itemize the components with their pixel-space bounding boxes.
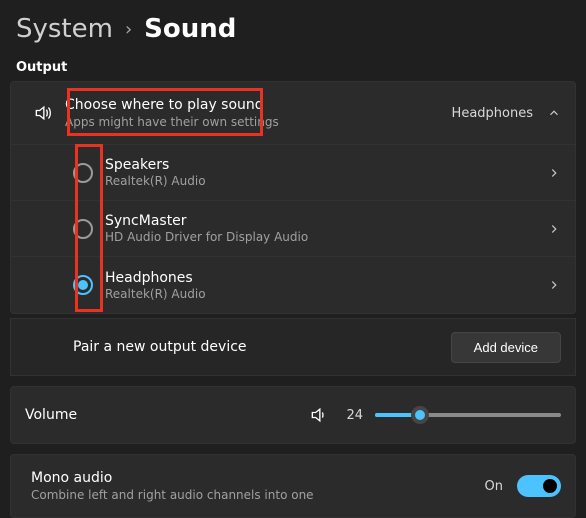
radio-button[interactable] <box>73 219 93 239</box>
device-driver: Realtek(R) Audio <box>105 287 547 301</box>
chevron-right-icon[interactable] <box>547 222 561 236</box>
mono-audio-row[interactable]: Mono audio Combine left and right audio … <box>11 455 575 517</box>
device-name: Speakers <box>105 157 547 173</box>
choose-output-row[interactable]: Choose where to play sound Apps might ha… <box>11 82 575 144</box>
output-device-list: Speakers Realtek(R) Audio SyncMaster HD … <box>11 144 575 313</box>
volume-row: Volume 24 <box>11 387 575 443</box>
device-driver: HD Audio Driver for Display Audio <box>105 230 547 244</box>
volume-value: 24 <box>337 408 363 423</box>
output-device-item[interactable]: Speakers Realtek(R) Audio <box>11 145 575 201</box>
volume-icon[interactable] <box>301 405 337 425</box>
chevron-right-icon[interactable] <box>547 166 561 180</box>
device-name: Headphones <box>105 270 547 286</box>
device-driver: Realtek(R) Audio <box>105 174 547 188</box>
chevron-right-icon[interactable] <box>547 278 561 292</box>
speaker-icon <box>25 103 61 123</box>
mono-audio-toggle[interactable] <box>517 475 561 497</box>
volume-slider[interactable] <box>375 413 561 417</box>
pair-device-row: Pair a new output device Add device <box>11 319 575 375</box>
device-name: SyncMaster <box>105 213 547 229</box>
pair-device-label: Pair a new output device <box>73 339 451 355</box>
selected-output-label: Headphones <box>452 106 533 121</box>
choose-output-subtitle: Apps might have their own settings <box>65 115 452 129</box>
breadcrumb: System › Sound <box>0 0 586 48</box>
section-output-label: Output <box>0 48 586 81</box>
chevron-right-icon: › <box>125 19 132 40</box>
output-device-item[interactable]: SyncMaster HD Audio Driver for Display A… <box>11 201 575 257</box>
radio-button[interactable] <box>73 275 93 295</box>
volume-label: Volume <box>25 407 115 423</box>
chevron-up-icon <box>547 106 561 120</box>
output-device-item[interactable]: Headphones Realtek(R) Audio <box>11 257 575 313</box>
add-device-button[interactable]: Add device <box>451 332 561 363</box>
radio-button[interactable] <box>73 163 93 183</box>
output-device-card: Choose where to play sound Apps might ha… <box>10 81 576 314</box>
choose-output-title: Choose where to play sound <box>65 97 452 113</box>
mono-audio-title: Mono audio <box>31 470 485 486</box>
mono-state-label: On <box>485 479 503 494</box>
breadcrumb-parent[interactable]: System <box>16 14 113 44</box>
page-title: Sound <box>144 14 236 44</box>
